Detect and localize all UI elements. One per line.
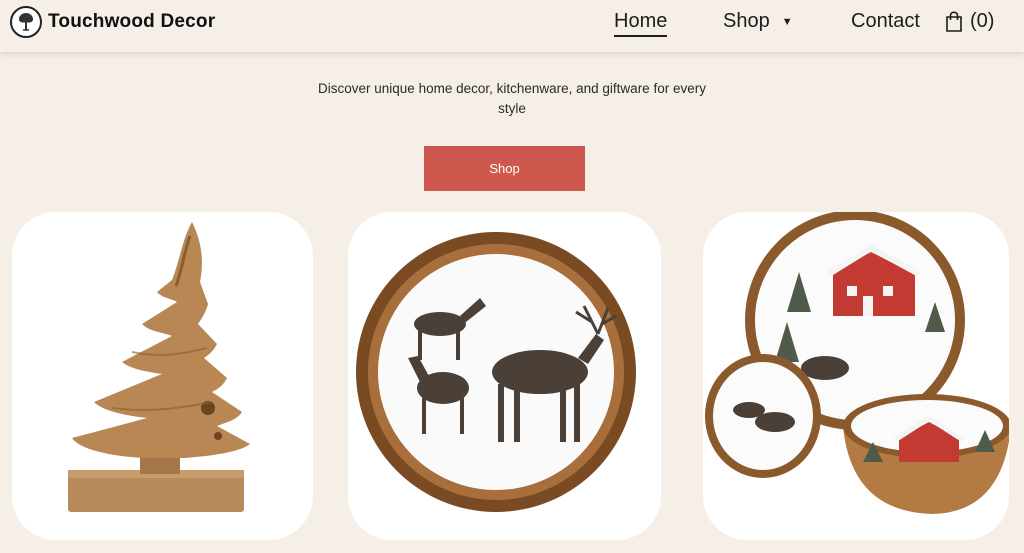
cart-count: (0) <box>970 10 995 32</box>
cabin-bowl-set-image <box>705 212 1009 514</box>
nav-contact-link[interactable]: Contact <box>851 10 920 33</box>
nav-shop-dropdown[interactable]: Shop ▼ <box>723 10 793 33</box>
nav-home-link[interactable]: Home <box>614 10 668 37</box>
caret-down-icon: ▼ <box>781 15 793 28</box>
site-header: Touchwood Decor Home Shop ▼ Contact (0) <box>0 0 1024 52</box>
nav-shop-label: Shop <box>723 10 770 32</box>
product-card-deer-bowl[interactable] <box>348 212 661 540</box>
product-card-cabin-bowl-set[interactable] <box>703 212 1009 540</box>
product-card-wooden-tree[interactable] <box>12 212 313 540</box>
brand-name: Touchwood Decor <box>48 11 216 32</box>
shopping-bag-icon <box>946 10 962 32</box>
cart-button[interactable]: (0) <box>945 10 994 33</box>
wooden-tree-image <box>68 222 250 512</box>
deer-bowl-image <box>356 232 636 512</box>
hero-tagline: Discover unique home decor, kitchenware,… <box>318 81 706 116</box>
shop-button[interactable]: Shop <box>424 146 585 191</box>
brand-home-link[interactable]: Touchwood Decor <box>10 6 215 38</box>
tree-logo-icon <box>10 6 42 38</box>
